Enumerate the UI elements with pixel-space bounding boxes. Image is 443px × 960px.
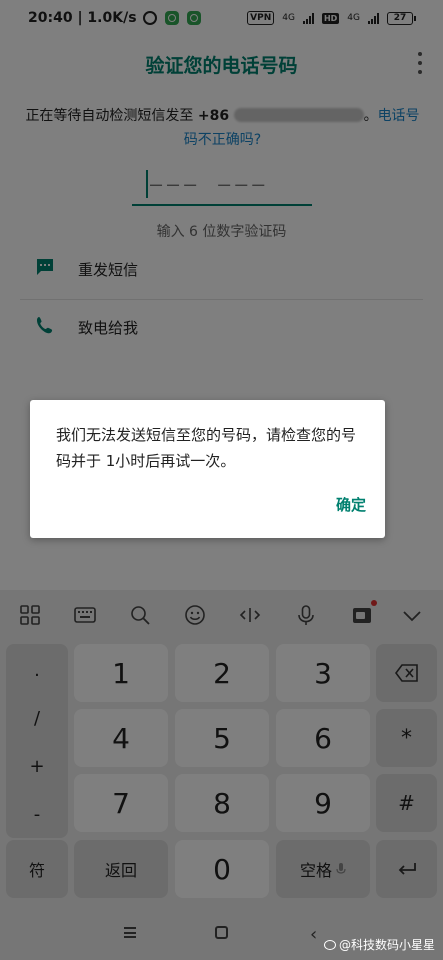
error-dialog: 我们无法发送短信至您的号码，请检查您的号码并于 1小时后再试一次。 确定 [30,400,385,538]
ok-button[interactable]: 确定 [323,488,379,520]
watermark-text: @科技数码小星星 [338,938,435,952]
dialog-message: 我们无法发送短信至您的号码，请检查您的号码并于 1小时后再试一次。 [56,426,357,470]
weibo-icon [323,939,336,950]
watermark: @科技数码小星星 [323,936,435,953]
